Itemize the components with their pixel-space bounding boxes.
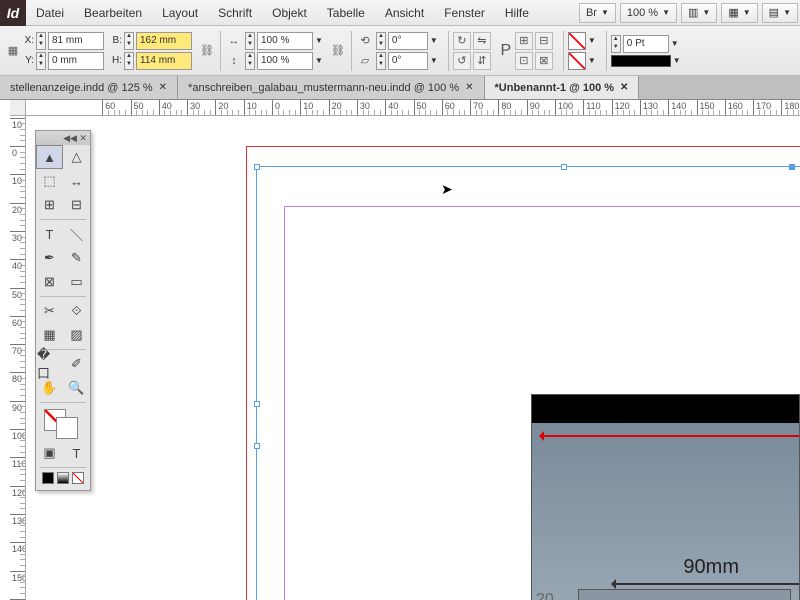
dimension-90-line <box>612 583 799 585</box>
flip-v-icon[interactable]: ⇵ <box>473 52 491 70</box>
image-black-strip <box>532 395 799 423</box>
x-spinner[interactable]: ▲▼ <box>36 32 46 50</box>
ruler-origin[interactable] <box>10 100 26 116</box>
w-field[interactable]: 162 mm <box>136 32 192 50</box>
align-2-icon[interactable]: ⊟ <box>535 32 553 50</box>
tools-panel-header[interactable]: ◀◀ ✕ <box>36 131 90 145</box>
vertical-ruler[interactable]: 1001020304050607080901001101201301401501… <box>10 116 26 600</box>
eyedropper-tool[interactable]: ✐ <box>63 352 90 376</box>
menu-bar: Id Datei Bearbeiten Layout Schrift Objek… <box>0 0 800 26</box>
y-field[interactable]: 0 mm <box>48 52 104 70</box>
bridge-button[interactable]: Br▼ <box>579 3 616 23</box>
w-spinner[interactable]: ▲▼ <box>124 32 134 50</box>
rectangle-frame-tool[interactable]: ⊠ <box>36 270 63 294</box>
menu-ansicht[interactable]: Ansicht <box>375 6 434 20</box>
zoom-level[interactable]: 100 %▼ <box>620 3 677 23</box>
gradient-swatch-tool[interactable]: ▦ <box>36 323 63 347</box>
type-tool[interactable]: T <box>36 222 63 246</box>
close-icon[interactable]: ✕ <box>465 82 473 93</box>
page-tool[interactable]: ⬚ <box>36 169 63 193</box>
close-icon[interactable]: ✕ <box>159 82 167 93</box>
gap-tool[interactable]: ↔ <box>63 169 90 193</box>
horizontal-ruler[interactable]: 6050403020100102030405060708090100110120… <box>26 100 800 116</box>
content-placer-tool[interactable]: ⊟ <box>63 193 90 217</box>
stroke-weight-field[interactable]: 0 Pt <box>623 35 669 53</box>
scissors-tool[interactable]: ✂ <box>36 299 63 323</box>
refpoint-icon[interactable]: ▦ <box>4 42 22 60</box>
tab-stellenanzeige[interactable]: stellenanzeige.indd @ 125 %✕ <box>0 76 178 99</box>
align-4-icon[interactable]: ⊠ <box>535 52 553 70</box>
menu-objekt[interactable]: Objekt <box>262 6 317 20</box>
selection-tool[interactable]: ▲ <box>36 145 63 169</box>
rotate-icon: ⟲ <box>356 32 374 50</box>
stroke-style[interactable] <box>611 55 671 67</box>
placed-image[interactable]: 90mm 20 <box>531 394 800 600</box>
rotate-cw-icon[interactable]: ↻ <box>453 32 471 50</box>
screen-mode-button[interactable]: ▥▼ <box>681 3 717 23</box>
apply-none-icon[interactable] <box>72 472 84 484</box>
workspace-button[interactable]: ▤▼ <box>762 3 798 23</box>
dimension-90-label: 90mm <box>683 556 739 579</box>
line-tool[interactable]: ＼ <box>63 222 90 246</box>
dimension-20-label: 20 <box>536 591 554 600</box>
scalex-spinner[interactable]: ▲▼ <box>245 32 255 50</box>
constrain-scale-icon[interactable]: ⛓ <box>329 42 347 60</box>
constrain-wh-icon[interactable]: ⛓ <box>198 42 216 60</box>
tools-panel[interactable]: ◀◀ ✕ ▲ △ ⬚ ↔ ⊞ ⊟ T ＼ ✒ ✎ ⊠ ▭ ✂ ⟐ ▦ ▨ �口 … <box>35 130 91 491</box>
rectangle-tool[interactable]: ▭ <box>63 270 90 294</box>
shear-field[interactable]: 0° <box>388 52 428 70</box>
tab-unbenannt[interactable]: *Unbenannt-1 @ 100 %✕ <box>485 76 640 99</box>
y-spinner[interactable]: ▲▼ <box>36 52 46 70</box>
scaley-spinner[interactable]: ▲▼ <box>245 52 255 70</box>
apply-gradient-icon[interactable] <box>57 472 69 484</box>
dimension-bar <box>578 589 791 600</box>
free-transform-tool[interactable]: ⟐ <box>63 299 90 323</box>
rotate-field[interactable]: 0° <box>388 32 428 50</box>
apply-color-icon[interactable] <box>42 472 54 484</box>
menu-tabelle[interactable]: Tabelle <box>317 6 375 20</box>
flip-h-icon[interactable]: ⇋ <box>473 32 491 50</box>
zoom-tool[interactable]: 🔍 <box>63 376 90 400</box>
control-bar: ▦ X:▲▼81 mm Y:▲▼0 mm B:▲▼162 mm H:▲▼114 … <box>0 26 800 76</box>
menu-fenster[interactable]: Fenster <box>434 6 495 20</box>
gradient-feather-tool[interactable]: ▨ <box>63 323 90 347</box>
scalex-field[interactable]: 100 % <box>257 32 313 50</box>
h-field[interactable]: 114 mm <box>136 52 192 70</box>
align-3-icon[interactable]: ⊡ <box>515 52 533 70</box>
shear-icon: ▱ <box>356 52 374 70</box>
red-dimension-arrow <box>540 435 799 437</box>
rotate-ccw-icon[interactable]: ↺ <box>453 52 471 70</box>
stroke-swatch-box[interactable] <box>56 417 78 439</box>
menu-hilfe[interactable]: Hilfe <box>495 6 539 20</box>
align-1-icon[interactable]: ⊞ <box>515 32 533 50</box>
menu-layout[interactable]: Layout <box>152 6 208 20</box>
cursor-icon: ➤ <box>441 181 453 198</box>
tab-anschreiben[interactable]: *anschreiben_galabau_mustermann-neu.indd… <box>178 76 484 99</box>
close-icon[interactable]: ✕ <box>620 82 628 93</box>
stroke-swatch[interactable] <box>568 52 586 70</box>
pen-tool[interactable]: ✒ <box>36 246 63 270</box>
direct-selection-tool[interactable]: △ <box>63 145 90 169</box>
scale-x-icon: ↔ <box>225 32 243 50</box>
fill-stroke-swatch[interactable] <box>36 405 90 441</box>
canvas[interactable]: ➤ 90mm 20 <box>26 116 800 600</box>
menu-bearbeiten[interactable]: Bearbeiten <box>74 6 152 20</box>
app-icon: Id <box>0 0 26 26</box>
hand-tool[interactable]: ✋ <box>36 376 63 400</box>
format-text-icon[interactable]: T <box>63 441 90 465</box>
arrange-button[interactable]: ▦▼ <box>721 3 757 23</box>
menu-schrift[interactable]: Schrift <box>208 6 262 20</box>
fill-swatch[interactable] <box>568 32 586 50</box>
note-tool[interactable]: �口 <box>36 352 63 376</box>
content-collector-tool[interactable]: ⊞ <box>36 193 63 217</box>
scale-y-icon: ↕ <box>225 52 243 70</box>
pencil-tool[interactable]: ✎ <box>63 246 90 270</box>
menu-datei[interactable]: Datei <box>26 6 74 20</box>
scaley-field[interactable]: 100 % <box>257 52 313 70</box>
x-field[interactable]: 81 mm <box>48 32 104 50</box>
h-spinner[interactable]: ▲▼ <box>124 52 134 70</box>
content-grabber-icon[interactable]: P <box>497 42 515 60</box>
format-container-icon[interactable]: ▣ <box>36 441 63 465</box>
document-tabs: stellenanzeige.indd @ 125 %✕ *anschreibe… <box>0 76 800 100</box>
